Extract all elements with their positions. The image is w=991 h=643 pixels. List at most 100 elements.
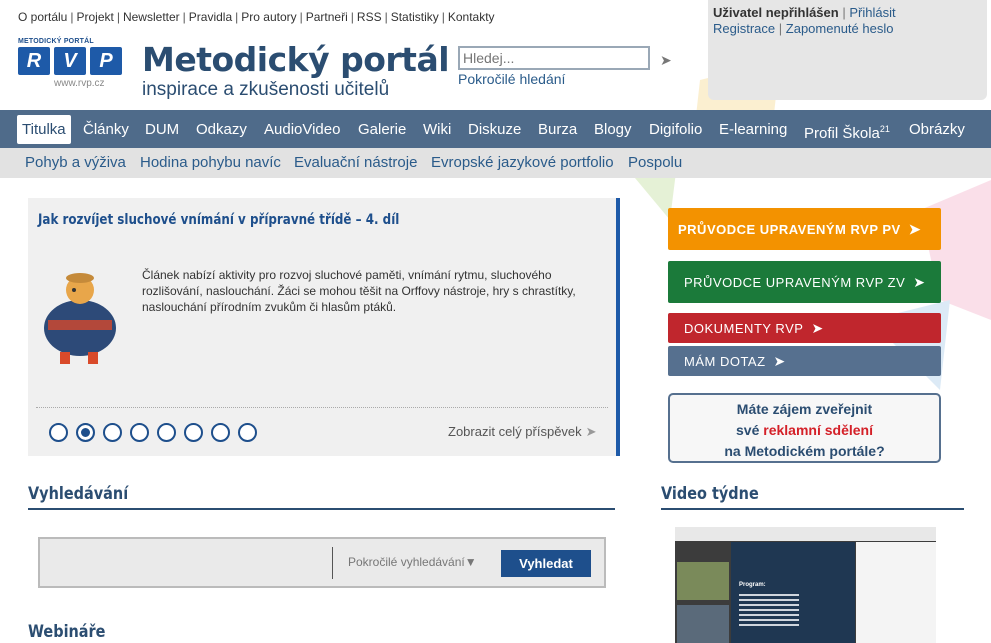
nav-clanky[interactable]: Články xyxy=(78,115,134,144)
advanced-search-dropdown-label: Pokročilé vyhledávání xyxy=(348,555,465,569)
video-section-underline xyxy=(661,508,964,510)
subnav-portfolio[interactable]: Evropské jazykové portfolio xyxy=(431,154,614,171)
guide-rvp-pv-button[interactable]: PRŮVODCE UPRAVENÝM RVP PV ➤ xyxy=(668,208,941,250)
forgot-password-link[interactable]: Zapomenuté heslo xyxy=(786,21,894,36)
carousel-dot[interactable] xyxy=(157,423,176,442)
promo-line-2b: reklamní sdělení xyxy=(763,422,873,438)
featured-article-text: Článek nabízí aktivity pro rozvoj slucho… xyxy=(142,268,576,314)
webcam-feed-1 xyxy=(677,562,729,600)
search-box-divider xyxy=(332,547,333,579)
top-link-newsletter[interactable]: Newsletter xyxy=(123,10,180,24)
featured-divider xyxy=(36,407,608,408)
login-link[interactable]: Přihlásit xyxy=(849,5,895,20)
nav-galerie[interactable]: Galerie xyxy=(353,115,411,144)
search-input[interactable] xyxy=(458,46,650,70)
top-link-project[interactable]: Projekt xyxy=(76,10,113,24)
top-links: O portálu | Projekt | Newsletter | Pravidla | Pr… xyxy=(18,10,495,24)
nav-blogy[interactable]: Blogy xyxy=(589,115,637,144)
logo-url: www.rvp.cz xyxy=(54,78,105,89)
top-link-rules[interactable]: Pravidla xyxy=(189,10,232,24)
mascot-illustration xyxy=(44,273,116,364)
rvp-documents-button[interactable]: DOKUMENTY RVP ➤ xyxy=(668,313,941,343)
logo-letter-r: R xyxy=(18,47,50,75)
promo-line-1: Máte zájem zveřejnit xyxy=(736,401,873,417)
nav-obrazky[interactable]: Obrázky xyxy=(904,115,970,144)
show-full-post-link[interactable]: Zobrazit celý příspěvek ➤ xyxy=(448,424,597,440)
top-link-partners[interactable]: Partneři xyxy=(306,10,348,24)
search-section-title: Vyhledávání xyxy=(28,484,129,504)
video-section-title: Video týdne xyxy=(661,484,759,504)
sub-nav: Pohyb a výživa Hodina pohybu navíc Evalu… xyxy=(0,148,991,178)
dropdown-triangle-icon: ▼ xyxy=(464,555,477,569)
main-nav: Titulka Články DUM Odkazy AudioVideo Gal… xyxy=(0,110,991,148)
site-subtitle: inspirace a zkušenosti učitelů xyxy=(142,79,390,100)
nav-profil-skola-sup: 21 xyxy=(879,124,890,134)
ask-question-button[interactable]: MÁM DOTAZ ➤ xyxy=(668,346,941,376)
site-title[interactable]: Metodický portál xyxy=(142,40,450,79)
nav-odkazy[interactable]: Odkazy xyxy=(191,115,252,144)
webinars-section-title: Webináře xyxy=(28,622,106,642)
subnav-pohyb[interactable]: Pohyb a výživa xyxy=(25,154,126,171)
search-box: Pokročilé vyhledávání▼ Vyhledat xyxy=(38,537,606,588)
top-link-contacts[interactable]: Kontakty xyxy=(448,10,495,24)
nav-burza[interactable]: Burza xyxy=(533,115,582,144)
user-panel: Uživatel nepřihlášen | Přihlásit Registr… xyxy=(708,0,987,100)
advanced-search-link[interactable]: Pokročilé hledání xyxy=(458,71,565,87)
chat-panel xyxy=(856,542,936,643)
video-of-the-week-thumbnail[interactable]: Program: xyxy=(675,527,936,643)
arrow-right-icon: ➤ xyxy=(585,424,597,439)
nav-digifolio[interactable]: Digifolio xyxy=(644,115,707,144)
search-submit-icon[interactable]: ➤ xyxy=(660,52,672,69)
nav-profil-skola[interactable]: Profil Škola21 xyxy=(799,115,895,144)
nav-profil-skola-label: Profil Škola xyxy=(804,125,880,142)
carousel-dot-active[interactable] xyxy=(76,423,95,442)
advertising-promo-banner[interactable]: Máte zájem zveřejnit své reklamní sdělen… xyxy=(668,393,941,463)
ask-question-label: MÁM DOTAZ xyxy=(684,354,766,369)
guide-rvp-pv-label: PRŮVODCE UPRAVENÝM RVP PV xyxy=(678,222,901,237)
arrow-right-icon: ➤ xyxy=(913,274,926,290)
rvp-logo[interactable]: METODICKÝ PORTÁL R V P www.rvp.cz xyxy=(18,38,122,90)
logo-letter-p: P xyxy=(90,47,122,75)
top-link-authors[interactable]: Pro autory xyxy=(241,10,296,24)
guide-rvp-zv-button[interactable]: PRŮVODCE UPRAVENÝM RVP ZV ➤ xyxy=(668,261,941,303)
arrow-right-icon: ➤ xyxy=(811,320,824,336)
subnav-evaluace[interactable]: Evaluační nástroje xyxy=(294,154,417,171)
nav-elearning[interactable]: E-learning xyxy=(714,115,792,144)
carousel-dot[interactable] xyxy=(238,423,257,442)
carousel-dot[interactable] xyxy=(130,423,149,442)
advanced-search-dropdown[interactable]: Pokročilé vyhledávání▼ xyxy=(348,555,477,569)
register-link[interactable]: Registrace xyxy=(713,21,775,36)
logo-letter-v: V xyxy=(54,47,86,75)
featured-article: Jak rozvíjet sluchové vnímání v přípravn… xyxy=(28,198,620,456)
show-full-post-label: Zobrazit celý příspěvek xyxy=(448,424,582,439)
top-link-stats[interactable]: Statistiky xyxy=(391,10,439,24)
carousel-dot[interactable] xyxy=(103,423,122,442)
carousel-dots xyxy=(49,423,265,442)
search-section-underline xyxy=(28,508,615,510)
subnav-hodina[interactable]: Hodina pohybu navíc xyxy=(140,154,281,171)
nav-diskuze[interactable]: Diskuze xyxy=(463,115,526,144)
carousel-dot[interactable] xyxy=(184,423,203,442)
user-status: Uživatel nepřihlášen xyxy=(713,5,839,20)
slide-heading: Program: xyxy=(739,582,766,588)
slide-text-lines xyxy=(739,594,799,629)
arrow-right-icon: ➤ xyxy=(773,353,786,369)
nav-wiki[interactable]: Wiki xyxy=(418,115,456,144)
carousel-dot[interactable] xyxy=(211,423,230,442)
promo-line-2a: své xyxy=(736,422,764,438)
featured-article-title[interactable]: Jak rozvíjet sluchové vnímání v přípravn… xyxy=(38,212,399,228)
arrow-right-icon: ➤ xyxy=(908,221,921,237)
subnav-pospolu[interactable]: Pospolu xyxy=(628,154,682,171)
top-link-rss[interactable]: RSS xyxy=(357,10,382,24)
nav-dum[interactable]: DUM xyxy=(140,115,184,144)
nav-titulka[interactable]: Titulka xyxy=(17,115,71,144)
promo-line-3: na Metodickém portále? xyxy=(724,443,885,459)
rvp-documents-label: DOKUMENTY RVP xyxy=(684,321,804,336)
nav-audiovideo[interactable]: AudioVideo xyxy=(259,115,345,144)
search-button[interactable]: Vyhledat xyxy=(501,550,591,577)
guide-rvp-zv-label: PRŮVODCE UPRAVENÝM RVP ZV xyxy=(684,275,906,290)
webcam-feed-2 xyxy=(677,605,729,643)
top-link-about[interactable]: O portálu xyxy=(18,10,67,24)
carousel-dot[interactable] xyxy=(49,423,68,442)
logo-caption: METODICKÝ PORTÁL xyxy=(18,38,94,45)
